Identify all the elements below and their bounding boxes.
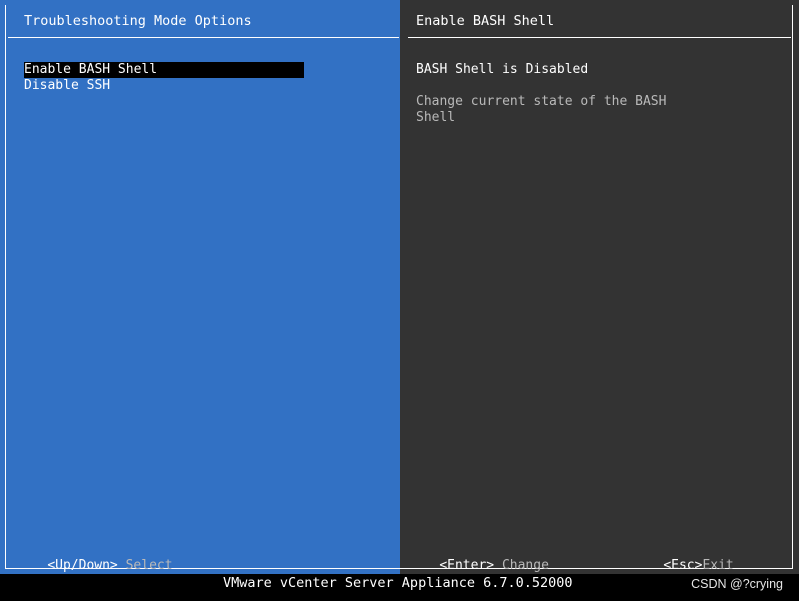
product-version: VMware vCenter Server Appliance 6.7.0.52… <box>223 575 573 591</box>
menu-item-enable-bash-shell[interactable]: Enable BASH Shell <box>24 62 304 78</box>
watermark-text: CSDN @?crying <box>691 577 783 591</box>
hotkey-enter-key: <Enter> <box>439 558 495 573</box>
options-panel-title: Troubleshooting Mode Options <box>24 13 252 29</box>
right-title-divider <box>408 37 791 38</box>
hotkey-updown-key: <Up/Down> <box>47 558 118 573</box>
description-line-2: Shell <box>416 110 456 125</box>
hotkey-esc-key: <Esc> <box>663 558 703 573</box>
hotkey-change-action: Change <box>501 558 549 573</box>
details-panel-title: Enable BASH Shell <box>416 13 555 29</box>
dcui-screen: Troubleshooting Mode Options Enable BASH… <box>0 0 799 601</box>
menu-item-disable-ssh[interactable]: Disable SSH <box>24 78 304 94</box>
description-line-1: Change current state of the BASH <box>416 94 667 109</box>
hotkey-select-action: Select <box>125 558 173 573</box>
bash-status-text: BASH Shell is Disabled <box>416 62 589 77</box>
hotkey-exit-action: Exit <box>702 558 734 573</box>
left-title-divider <box>8 37 399 38</box>
details-panel <box>400 0 799 574</box>
